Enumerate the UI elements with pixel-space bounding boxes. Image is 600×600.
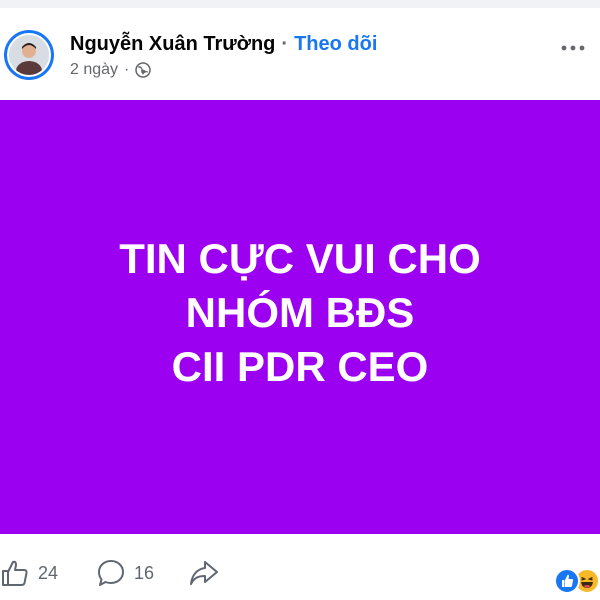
like-count: 24 [38, 562, 59, 583]
more-horizontal-icon [561, 45, 585, 51]
like-button[interactable]: 24 [0, 558, 58, 588]
top-divider [0, 0, 600, 8]
post-text-line: NHÓM BĐS [185, 289, 415, 336]
post-content-card[interactable]: TIN CỰC VUI CHO NHÓM BĐS CII PDR CEO [0, 100, 600, 534]
comment-button[interactable]: 16 [96, 558, 154, 588]
share-button[interactable] [188, 558, 220, 588]
post-text: TIN CỰC VUI CHO NHÓM BĐS CII PDR CEO [119, 232, 481, 394]
thumbs-up-icon [2, 560, 28, 586]
author-name[interactable]: Nguyễn Xuân Trường [70, 33, 275, 55]
post-meta: 2 ngày · [70, 61, 152, 79]
post-screen: Nguyễn Xuân Trường · Theo dõi 2 ngày · TIN… [0, 0, 600, 600]
post-action-bar: 24 16 [0, 534, 600, 600]
meta-separator: · [124, 61, 130, 78]
globe-icon[interactable] [135, 62, 152, 78]
more-options-button[interactable] [560, 38, 586, 58]
author-line: Nguyễn Xuân Trường · Theo dõi [70, 32, 377, 56]
avatar-photo [7, 33, 51, 77]
post-text-line: CII PDR CEO [171, 343, 429, 390]
avatar-person-icon [9, 35, 49, 75]
reaction-summary[interactable] [554, 568, 600, 594]
share-icon [190, 561, 218, 585]
author-avatar[interactable] [4, 30, 54, 80]
name-separator: · [281, 33, 289, 55]
comment-count: 16 [134, 562, 155, 583]
post-header: Nguyễn Xuân Trường · Theo dõi 2 ngày · [0, 8, 600, 100]
comment-icon [98, 560, 124, 586]
like-reaction-icon [554, 568, 580, 594]
follow-button[interactable]: Theo dõi [294, 33, 377, 55]
post-text-line: TIN CỰC VUI CHO [119, 235, 481, 282]
post-time[interactable]: 2 ngày [70, 61, 118, 79]
